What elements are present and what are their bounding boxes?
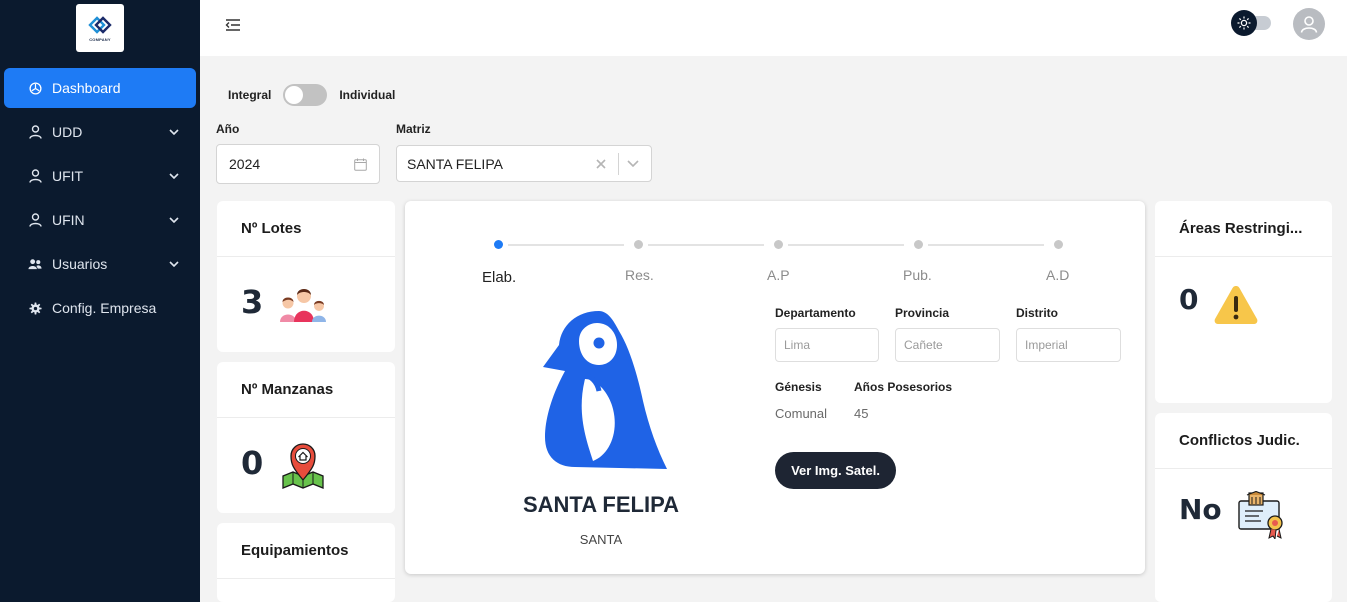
step-label-pub: Pub. (903, 267, 932, 283)
areas-card-title: Áreas Restringi... (1155, 201, 1332, 257)
areas-restringidas-card: Áreas Restringi... 0 (1155, 201, 1332, 403)
chevron-down-icon (168, 126, 180, 138)
step-connector (928, 244, 1044, 246)
select-divider (618, 152, 619, 175)
sidebar-item-label: UFIN (52, 212, 85, 228)
calendar-icon[interactable] (354, 158, 367, 171)
sidebar-item-usuarios[interactable]: Usuarios (4, 244, 196, 284)
sidebar-item-config-empresa[interactable]: Config. Empresa (4, 288, 196, 328)
step-dot-res (634, 240, 643, 249)
genesis-label: Génesis (775, 380, 822, 394)
manzanas-card: Nº Manzanas 0 (217, 362, 395, 513)
chevron-down-icon (168, 170, 180, 182)
step-label-ad: A.D (1046, 267, 1070, 283)
dashboard-icon (28, 81, 42, 95)
user-icon (28, 213, 42, 227)
step-dot-pub (914, 240, 923, 249)
distrito-field[interactable]: Imperial (1016, 328, 1121, 362)
step-label-elab: Elab. (482, 269, 517, 286)
step-label-res: Res. (625, 267, 654, 283)
sidebar-item-ufit[interactable]: UFIT (4, 156, 196, 196)
theme-toggle[interactable] (1231, 10, 1273, 36)
gear-icon (28, 301, 42, 315)
step-connector (788, 244, 904, 246)
user-avatar[interactable] (1293, 8, 1325, 40)
genesis-value: Comunal (775, 406, 828, 421)
departamento-value: Lima (784, 338, 811, 352)
warning-icon (1213, 283, 1259, 330)
user-icon (28, 169, 42, 183)
sidebar-item-udd[interactable]: UDD (4, 112, 196, 152)
step-connector (648, 244, 764, 246)
step-connector (508, 244, 624, 246)
map-pin-icon (279, 440, 327, 495)
manzanas-value: 0 (241, 444, 264, 482)
provincia-label: Provincia (895, 306, 950, 320)
manzanas-card-title: Nº Manzanas (217, 362, 395, 418)
distrito-label: Distrito (1016, 306, 1058, 320)
sidebar-item-label: Config. Empresa (52, 300, 157, 316)
family-icon (277, 285, 329, 328)
legal-certificate-icon (1237, 490, 1287, 544)
sidebar-item-ufin[interactable]: UFIN (4, 200, 196, 240)
matriz-select[interactable]: SANTA FELIPA (396, 145, 652, 182)
view-satellite-button[interactable]: Ver Img. Satel. (775, 452, 896, 489)
step-dot-ad (1054, 240, 1063, 249)
switch-knob (285, 86, 304, 104)
provincia-field[interactable]: Cañete (895, 328, 1000, 362)
conflictos-card-title: Conflictos Judic. (1155, 413, 1332, 469)
provincia-value: Cañete (904, 338, 943, 352)
penguin-logo-icon (539, 309, 667, 476)
distrito-value: Imperial (1025, 338, 1068, 352)
matriz-value: SANTA FELIPA (407, 155, 503, 172)
mode-switch[interactable] (283, 84, 328, 106)
mode-switch-row: Integral Individual (228, 82, 395, 108)
sidebar-item-label: UFIT (52, 168, 84, 184)
areas-value: 0 (1179, 283, 1199, 316)
sidebar: COMPANY Dashboard UDD UFIT UFIN Usuarios… (0, 0, 200, 602)
sidebar-item-dashboard[interactable]: Dashboard (4, 68, 196, 108)
conflictos-value: No (1179, 493, 1222, 526)
company-logo[interactable]: COMPANY (76, 4, 124, 52)
users-icon (28, 257, 42, 271)
matriz-name: SANTA FELIPA (522, 492, 680, 517)
clear-icon[interactable] (592, 158, 610, 169)
sidebar-item-label: UDD (52, 124, 83, 140)
conflictos-judiciales-card: Conflictos Judic. No (1155, 413, 1332, 602)
sun-icon (1231, 10, 1257, 36)
chevron-down-icon (168, 214, 180, 226)
mode-integral-label: Integral (228, 88, 272, 102)
step-dot-elab (494, 240, 503, 249)
equipamientos-card: Equipamientos (217, 523, 395, 602)
logo-mark-icon (88, 16, 112, 34)
equipamientos-card-title: Equipamientos (217, 523, 395, 579)
sidebar-item-label: Usuarios (52, 256, 108, 272)
sidebar-item-label: Dashboard (52, 80, 121, 96)
matriz-subname: SANTA (579, 532, 623, 547)
year-label: Año (216, 122, 240, 136)
departamento-field[interactable]: Lima (775, 328, 879, 362)
chevron-down-icon[interactable] (627, 160, 639, 167)
year-value: 2024 (229, 156, 261, 172)
top-bar (200, 0, 1347, 56)
mode-individual-label: Individual (339, 88, 396, 102)
user-icon (28, 125, 42, 139)
anios-posesorios-value: 45 (854, 406, 869, 421)
matriz-label: Matriz (396, 122, 431, 136)
lotes-card: Nº Lotes 3 (217, 201, 395, 352)
avatar-user-icon (1300, 16, 1318, 33)
departamento-label: Departamento (775, 306, 856, 320)
chevron-down-icon (168, 258, 180, 270)
matriz-detail-card: Elab. Res. A.P Pub. A.D SANTA FELIPA SAN… (405, 201, 1145, 574)
year-input[interactable]: 2024 (216, 144, 380, 184)
lotes-value: 3 (241, 283, 264, 321)
anios-posesorios-label: Años Posesorios (854, 380, 953, 394)
menu-toggle-icon[interactable] (224, 16, 242, 34)
step-dot-ap (774, 240, 783, 249)
step-label-ap: A.P (767, 267, 790, 283)
logo-text: COMPANY (89, 37, 111, 42)
lotes-card-title: Nº Lotes (217, 201, 395, 257)
